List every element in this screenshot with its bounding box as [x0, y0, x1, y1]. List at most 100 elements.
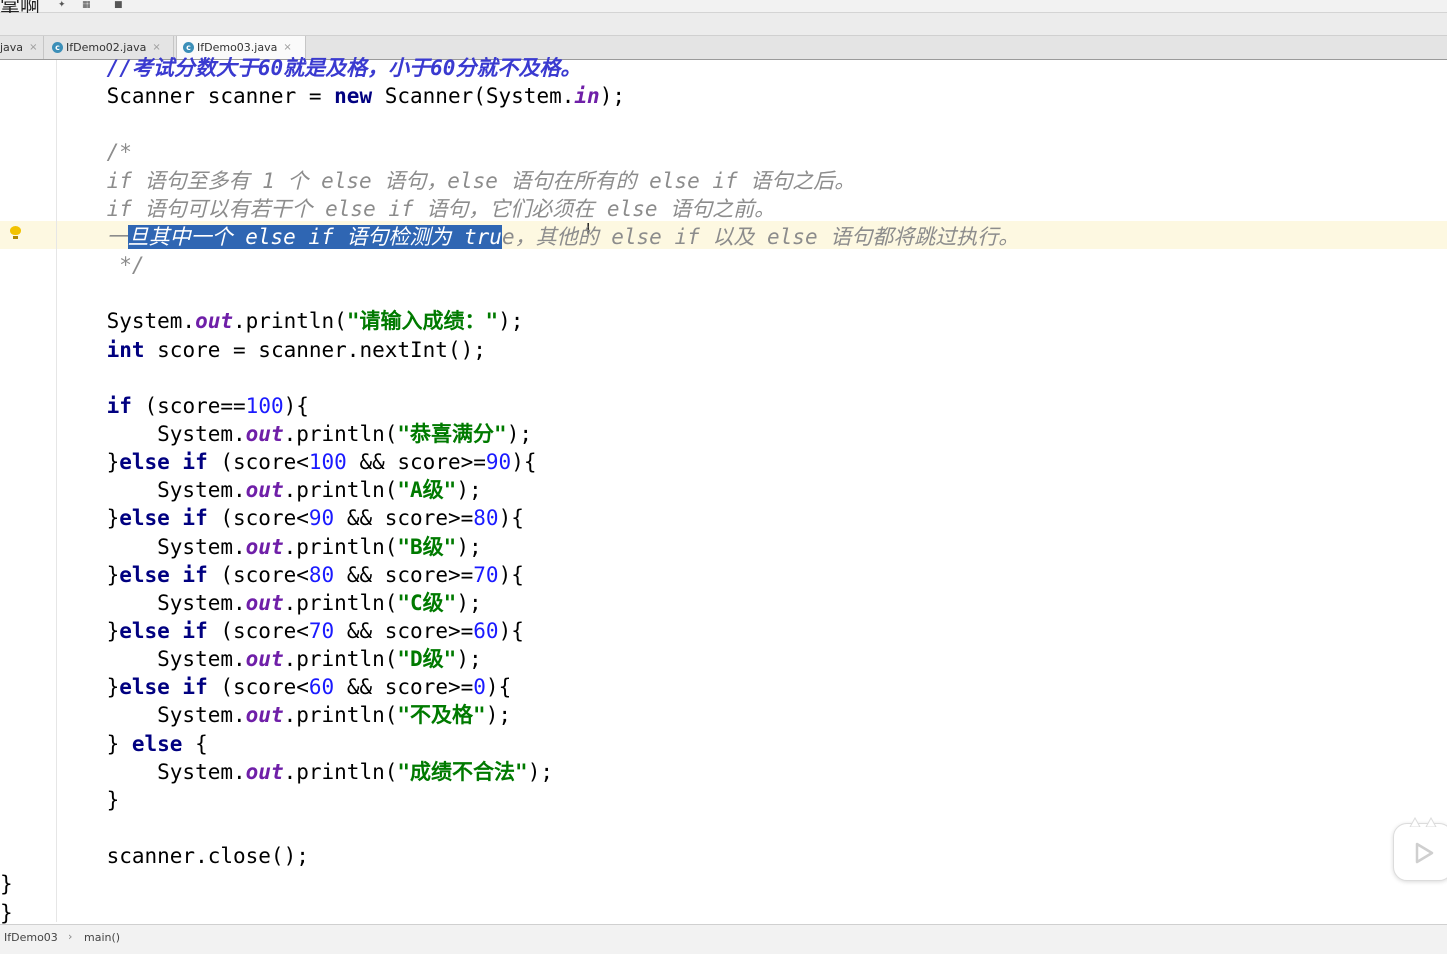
code-line[interactable]: }else if (score<60 && score>=0){	[56, 673, 512, 701]
code-token: 0	[473, 675, 486, 699]
code-token: );	[485, 703, 511, 727]
code-line[interactable]: Scanner scanner = new Scanner(System.in)…	[56, 82, 625, 110]
code-token: .println(	[283, 703, 398, 727]
code-line[interactable]: //考试分数大于60就是及格，小于60分就不及格。	[56, 54, 582, 82]
code-token: ){	[485, 675, 512, 699]
code-line[interactable]: System.out.println("不及格");	[56, 701, 511, 729]
code-token: (score<	[207, 506, 309, 530]
code-line[interactable]: }	[56, 786, 120, 814]
code-token: }	[56, 450, 120, 474]
code-token: in	[574, 84, 600, 108]
code-token: Scanner scanner =	[56, 84, 335, 108]
code-token: );	[498, 309, 524, 333]
code-token: System.	[56, 591, 246, 615]
close-icon[interactable]: ×	[29, 42, 37, 53]
code-editor[interactable]: I //考试分数大于60就是及格，小于60分就不及格。 Scanner scan…	[0, 56, 1447, 925]
code-line[interactable]: System.out.println("请输入成绩：");	[56, 307, 524, 335]
code-token: && score>=	[334, 619, 474, 643]
code-token: else if	[119, 619, 208, 643]
tab-label: IfDemo02.java	[66, 41, 147, 54]
tab-label: java	[0, 41, 24, 54]
breadcrumb-class[interactable]: IfDemo03	[4, 931, 58, 944]
ears-icon	[1409, 817, 1437, 827]
code-token: //考试分数大于60就是及格，小于60分就不及格。	[56, 56, 582, 80]
code-token: && score>=	[334, 675, 474, 699]
code-token: scanner.close();	[56, 844, 309, 868]
java-class-icon: c	[52, 42, 63, 53]
code-line[interactable]: System.out.println("B级");	[56, 533, 481, 561]
code-token: }	[56, 675, 120, 699]
code-line[interactable]: System.out.println("成绩不合法");	[56, 758, 553, 786]
lightbulb-icon[interactable]	[10, 226, 21, 239]
code-line[interactable]: System.out.println("D级");	[56, 645, 481, 673]
play-button[interactable]	[1393, 817, 1447, 881]
code-line[interactable]: /*	[56, 138, 132, 166]
code-token: if	[106, 394, 132, 418]
code-token: }	[0, 872, 13, 896]
code-token: (score<	[207, 675, 309, 699]
breadcrumb-separator: ›	[68, 930, 73, 943]
code-token: "不及格"	[397, 703, 486, 727]
code-line[interactable]: if 语句可以有若干个 else if 语句，它们必须在 else 语句之前。	[56, 195, 776, 223]
code-token: System.	[56, 478, 246, 502]
code-token: }	[56, 788, 120, 812]
code-token: new	[334, 84, 373, 108]
code-token: else if	[119, 450, 208, 474]
code-token: {	[182, 732, 208, 756]
tab-java[interactable]: java ×	[0, 36, 44, 59]
code-token: 90	[308, 506, 335, 530]
code-token: 100	[308, 450, 347, 474]
code-token: out	[245, 760, 284, 784]
toolbar-stripe	[0, 13, 1447, 36]
code-line[interactable]: 一旦其中一个 else if 语句检测为 true，其他的 else if 以及…	[56, 223, 1019, 251]
code-token: "成绩不合法"	[397, 760, 528, 784]
code-line[interactable]: */	[56, 251, 144, 279]
code-token: .println(	[283, 647, 398, 671]
breadcrumb-method[interactable]: main()	[84, 931, 120, 944]
bookmark-icon[interactable]: ■	[114, 0, 123, 10]
code-token: ){	[498, 506, 524, 530]
code-token: (score==	[131, 394, 246, 418]
code-token: 70	[308, 619, 335, 643]
close-icon[interactable]: ×	[152, 42, 160, 53]
code-line[interactable]: System.out.println("C级");	[56, 589, 481, 617]
code-token: }	[56, 506, 120, 530]
code-token: "C级"	[397, 591, 457, 615]
code-token: );	[506, 422, 532, 446]
code-token: "A级"	[397, 478, 457, 502]
code-line[interactable]: System.out.println("A级");	[56, 476, 481, 504]
code-line[interactable]: int score = scanner.nextInt();	[56, 336, 486, 364]
code-token: "请输入成绩："	[346, 309, 499, 333]
code-token: /*	[56, 140, 132, 164]
code-token: int	[106, 338, 145, 362]
code-line[interactable]: if 语句至多有 1 个 else 语句，else 语句在所有的 else if…	[56, 167, 856, 195]
code-token: 60	[308, 675, 335, 699]
code-line[interactable]: }	[0, 870, 13, 898]
code-line[interactable]: }else if (score<70 && score>=60){	[56, 617, 524, 645]
code-token: .println(	[283, 760, 398, 784]
code-line[interactable]: }else if (score<100 && score>=90){	[56, 448, 537, 476]
back-arrow-icon[interactable]: ✦	[58, 0, 66, 10]
code-token: (score<	[207, 563, 309, 587]
code-token: && score>=	[346, 450, 486, 474]
code-line[interactable]: } else {	[56, 730, 208, 758]
code-token: (score<	[207, 619, 309, 643]
code-token: out	[195, 309, 234, 333]
code-token: out	[245, 647, 284, 671]
play-icon	[1415, 842, 1434, 864]
code-token: out	[245, 535, 284, 559]
code-line[interactable]: System.out.println("恭喜满分");	[56, 420, 532, 448]
code-token: }	[56, 619, 120, 643]
code-line[interactable]: if (score==100){	[56, 392, 309, 420]
code-line[interactable]: }else if (score<90 && score>=80){	[56, 504, 524, 532]
code-token: ){	[498, 563, 524, 587]
code-token: (score<	[207, 450, 309, 474]
code-line[interactable]: scanner.close();	[56, 842, 309, 870]
close-icon[interactable]: ×	[283, 42, 291, 53]
code-token: out	[245, 703, 284, 727]
code-token: System.	[56, 535, 246, 559]
code-line[interactable]: }	[0, 899, 13, 927]
layout-icon[interactable]: ▦	[82, 0, 91, 10]
code-line[interactable]: }else if (score<80 && score>=70){	[56, 561, 524, 589]
